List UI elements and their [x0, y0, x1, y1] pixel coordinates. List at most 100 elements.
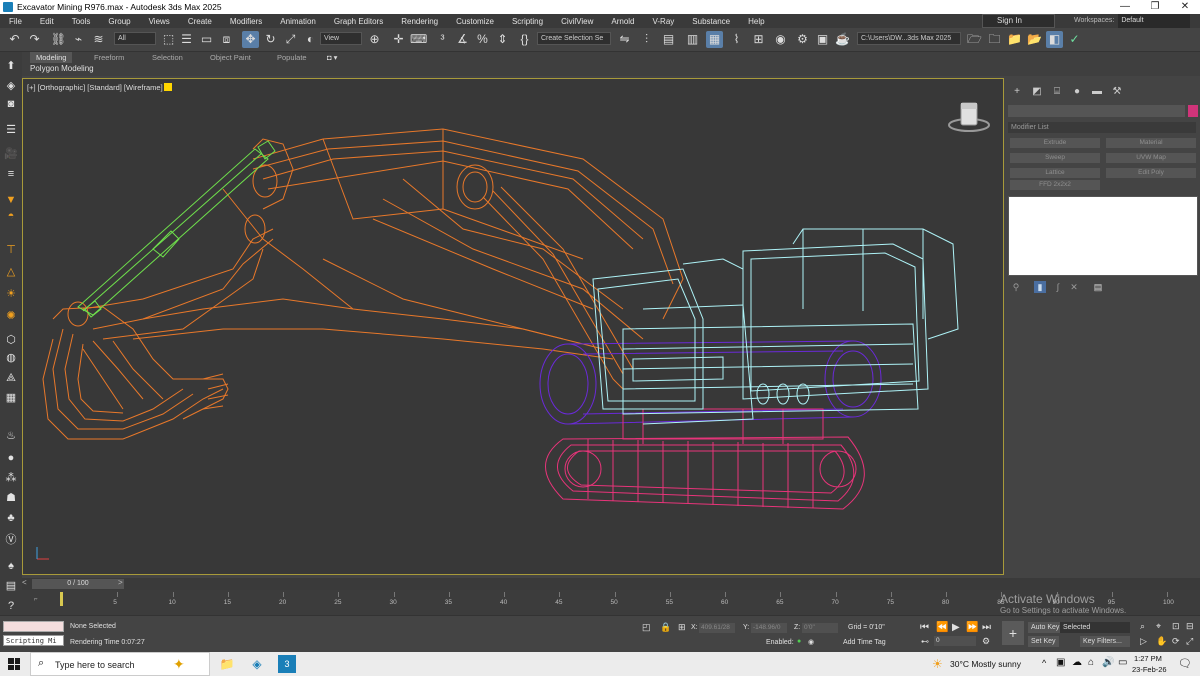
menu-civilview[interactable]: CivilView [552, 17, 602, 26]
civilview-icon[interactable]: ◧ [1046, 31, 1063, 48]
taskbar-time[interactable]: 1:27 PM [1134, 654, 1162, 663]
open-folder-icon[interactable]: 🗁 [966, 31, 983, 48]
taskbar-search-box[interactable]: ⌕ Type here to search ✦ [30, 652, 210, 676]
menu-rendering[interactable]: Rendering [392, 17, 447, 26]
list-icon[interactable]: ☰ [3, 122, 19, 138]
spinner-snap-icon[interactable]: ⇕ [494, 31, 511, 48]
fov-icon[interactable]: ▷ [1140, 636, 1147, 647]
remove-modifier-icon[interactable]: ✕ [1068, 281, 1080, 293]
placement-icon[interactable]: ◐ [302, 31, 319, 48]
skylight-icon[interactable]: ✺ [3, 308, 19, 324]
plants-icon[interactable]: ♣ [3, 510, 19, 526]
viewport-orthographic[interactable]: [+] [Orthographic] [Standard] [Wireframe… [22, 78, 1004, 575]
zoom-extents-icon[interactable]: ⊡ [1172, 621, 1180, 632]
omni-light-icon[interactable]: △ [3, 264, 19, 280]
show-end-result-icon[interactable]: ▮ [1034, 281, 1046, 293]
snaps-toggle-icon[interactable]: ³ [434, 31, 451, 48]
orbit-icon[interactable]: ⟳ [1172, 636, 1180, 647]
pyramid-icon[interactable]: ⟁ [3, 370, 19, 386]
particles-icon[interactable]: ⁂ [3, 470, 19, 486]
lock-selection-icon[interactable]: 🔒 [660, 622, 671, 633]
scene-explorer-icon[interactable]: ▤ [660, 31, 677, 48]
goto-start-icon[interactable]: ⏮ [920, 622, 929, 633]
teapot-icon[interactable]: ☗ [3, 490, 19, 506]
wheels-wireframe[interactable] [539, 340, 882, 425]
scene-list-icon[interactable]: ▤ [3, 578, 19, 594]
list-icon-2[interactable]: ≡ [3, 166, 19, 182]
sphere-half-icon[interactable]: ◓ [3, 208, 19, 224]
maxscript-listener-field[interactable] [3, 621, 64, 632]
maximize-viewport-icon[interactable]: ⤢ [1186, 636, 1193, 647]
material-editor-icon[interactable]: ◉ [772, 31, 789, 48]
key-set-dropdown[interactable]: Selected [1060, 622, 1130, 633]
grid-icon[interactable]: ▦ [3, 390, 19, 406]
project-folder-icon[interactable]: 📁 [1006, 31, 1023, 48]
windows-start-icon[interactable] [8, 658, 20, 670]
menu-modifiers[interactable]: Modifiers [221, 17, 271, 26]
modifier-edit-poly-button[interactable]: Edit Poly [1106, 168, 1196, 178]
create-tab-icon[interactable]: + [1010, 85, 1024, 99]
modify-tab-icon[interactable]: ◩ [1030, 85, 1044, 99]
file-explorer-icon[interactable]: 📁 [218, 655, 236, 673]
project-folder-dropdown[interactable]: C:\Users\DW...3ds Max 2025 [857, 32, 961, 45]
redo-icon[interactable]: ↷ [26, 31, 43, 48]
menu-customize[interactable]: Customize [447, 17, 503, 26]
angle-snap-icon[interactable]: ∡ [454, 31, 471, 48]
check-icon[interactable]: ✓ [1066, 31, 1083, 48]
menu-views[interactable]: Views [140, 17, 179, 26]
render-setup-icon[interactable]: ⚙ [794, 31, 811, 48]
pivot-center-icon[interactable]: ⊕ [366, 31, 383, 48]
minimize-button[interactable]: — [1110, 0, 1140, 14]
select-object-icon[interactable]: ⬚ [160, 31, 177, 48]
close-button[interactable]: ✕ [1170, 0, 1200, 14]
material-sphere-icon[interactable]: ● [3, 450, 19, 466]
lamp-icon[interactable]: ▼ [3, 192, 19, 208]
toggle-ribbon-icon[interactable]: ▦ [706, 31, 723, 48]
sun-icon[interactable]: ☀ [3, 286, 19, 302]
sign-in-button[interactable]: Sign In [982, 14, 1055, 28]
tray-app-icon[interactable]: ▣ [1056, 657, 1065, 668]
pin-stack-icon[interactable]: ⚲ [1010, 281, 1022, 293]
box-icon[interactable]: ⬡ [3, 332, 19, 348]
zoom-all-icon[interactable]: ⌖ [1156, 621, 1161, 632]
notifications-icon[interactable]: 🗨 [1178, 657, 1192, 670]
selection-filter-dropdown[interactable]: All [114, 32, 156, 45]
maxscript-mini-listener[interactable]: Scripting Mi [3, 635, 64, 646]
display-tab-icon[interactable]: ▬ [1090, 85, 1104, 99]
render-production-icon[interactable]: ☕ [834, 31, 851, 48]
select-by-name-icon[interactable]: ☰ [178, 31, 195, 48]
fire-icon[interactable]: ♨ [3, 428, 19, 444]
key-filters-button[interactable]: Key Filters... [1080, 636, 1130, 647]
tab-object-paint[interactable]: Object Paint [210, 52, 251, 63]
browser-icon[interactable]: ◈ [248, 655, 266, 673]
menu-substance[interactable]: Substance [683, 17, 739, 26]
menu-file[interactable]: File [0, 17, 31, 26]
vray-logo-icon[interactable]: Ⓥ [3, 532, 19, 548]
modifier-lattice-button[interactable]: Lattice [1010, 168, 1100, 178]
key-mode-icon[interactable]: ⊷ [921, 637, 929, 646]
modifier-extrude-button[interactable]: Extrude [1010, 138, 1100, 148]
absolute-mode-icon[interactable]: ⊞ [678, 622, 686, 633]
tray-chevron-icon[interactable]: ^ [1042, 658, 1046, 668]
motion-tab-icon[interactable]: ● [1070, 85, 1084, 99]
modifier-stack[interactable] [1008, 196, 1198, 276]
cab-wireframe[interactable] [592, 228, 959, 425]
network-icon[interactable]: ⌂ [1088, 657, 1094, 668]
set-project-icon[interactable]: 📂 [1026, 31, 1043, 48]
link-icon[interactable]: ⛓ [50, 31, 67, 48]
configure-modifier-sets-icon[interactable]: ▤ [1092, 281, 1104, 293]
undo-icon[interactable]: ↶ [6, 31, 23, 48]
menu-vray[interactable]: V-Ray [644, 17, 684, 26]
menu-arnold[interactable]: Arnold [602, 17, 643, 26]
maximize-button[interactable]: ❐ [1140, 0, 1170, 14]
curve-editor-icon[interactable]: ⌇ [728, 31, 745, 48]
schematic-view-icon[interactable]: ⊞ [750, 31, 767, 48]
tree-icon[interactable]: ♠ [3, 558, 19, 574]
object-name-field[interactable] [1008, 105, 1185, 117]
camera-icon[interactable]: ◙ [3, 96, 19, 112]
window-crossing-icon[interactable]: ⧈ [218, 31, 235, 48]
move-icon[interactable]: ✥ [242, 31, 259, 48]
set-key-button[interactable]: Set Key [1028, 636, 1059, 647]
volume-icon[interactable]: 🔊 [1102, 657, 1114, 668]
time-slider[interactable]: < 0 / 100 > [22, 578, 1200, 590]
